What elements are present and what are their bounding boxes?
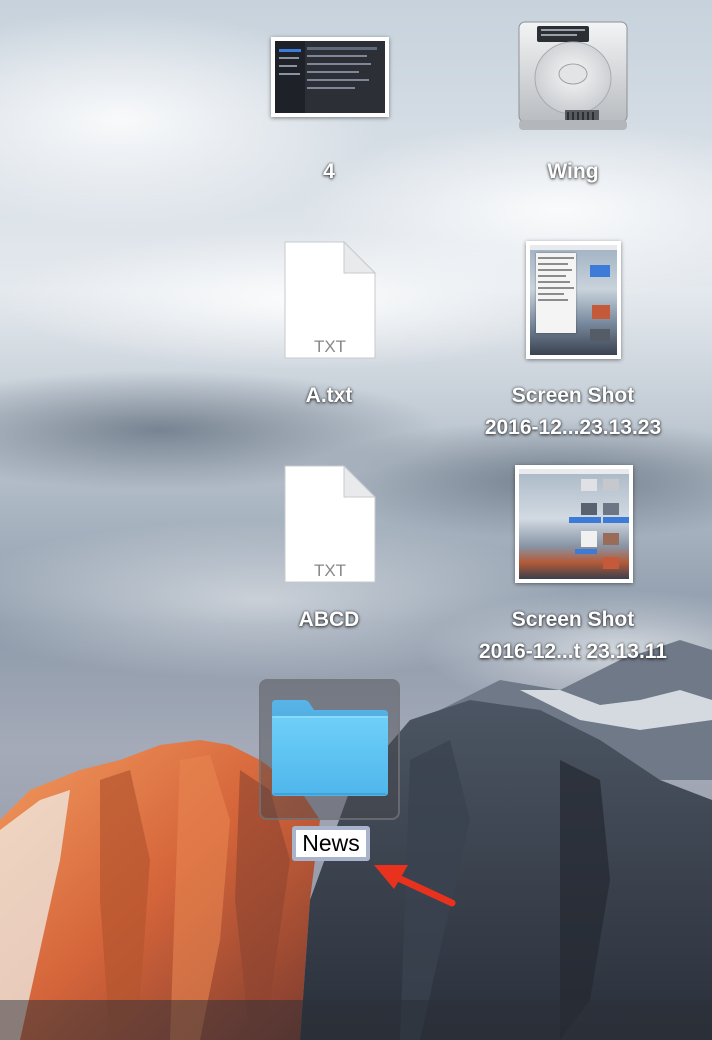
rename-field	[292, 826, 370, 861]
desktop-icon-label: Screen Shot 2016-12...t 23.13.11	[479, 608, 667, 663]
desktop-icon-label: Wing	[547, 160, 599, 183]
rename-input[interactable]	[296, 830, 366, 857]
file-extension-badge: TXT	[313, 337, 347, 356]
image-thumbnail-icon	[526, 241, 621, 359]
desktop-icon-label: Screen Shot 2016-12...23.13.23	[484, 384, 662, 439]
red-arrow-icon	[374, 865, 456, 907]
file-extension-badge: TXT	[313, 561, 347, 580]
folder-icon	[272, 700, 388, 796]
hard-drive-icon	[518, 21, 628, 130]
image-thumbnail-icon	[271, 37, 389, 117]
desktop[interactable]: 4 Wing TXT A.txt Screen Shot 2016-12...2…	[0, 0, 712, 1040]
image-thumbnail-icon	[515, 465, 633, 583]
text-document-icon: TXT	[284, 241, 376, 359]
desktop-icon-label: ABCD	[298, 608, 360, 631]
desktop-icon-label: A.txt	[305, 384, 353, 407]
text-document-icon: TXT	[284, 465, 376, 583]
desktop-icon-label: 4	[323, 160, 335, 183]
